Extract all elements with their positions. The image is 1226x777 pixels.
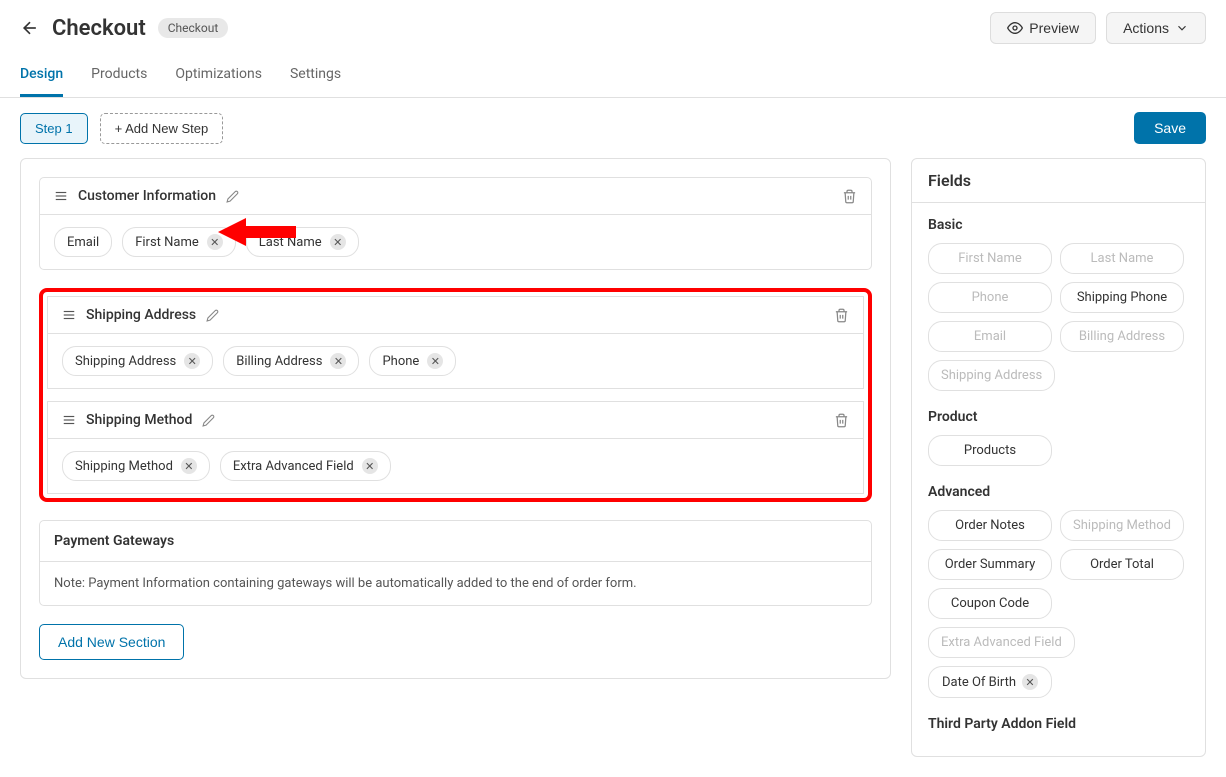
section-title: Shipping Method bbox=[86, 412, 192, 428]
field-billing-address: Billing Address bbox=[1060, 321, 1184, 352]
section-title: Payment Gateways bbox=[40, 521, 871, 562]
remove-icon[interactable]: ✕ bbox=[362, 458, 378, 474]
field-chip-phone[interactable]: Phone✕ bbox=[369, 346, 456, 376]
delete-icon[interactable] bbox=[834, 413, 849, 428]
fields-group-advanced: Advanced bbox=[928, 484, 1189, 500]
field-order-total[interactable]: Order Total bbox=[1060, 549, 1184, 580]
field-extra-advanced: Extra Advanced Field bbox=[928, 627, 1075, 658]
field-chip-shipping-method[interactable]: Shipping Method✕ bbox=[62, 451, 210, 481]
section-customer-information: Customer Information Email First Name✕ L… bbox=[39, 177, 872, 270]
field-order-summary[interactable]: Order Summary bbox=[928, 549, 1052, 580]
section-title: Customer Information bbox=[78, 188, 216, 204]
section-title: Shipping Address bbox=[86, 307, 196, 323]
section-shipping-method: Shipping Method Shipping Method✕ Extra A… bbox=[47, 401, 864, 494]
field-shipping-method: Shipping Method bbox=[1060, 510, 1184, 541]
remove-icon[interactable]: ✕ bbox=[207, 234, 223, 250]
remove-icon[interactable]: ✕ bbox=[427, 353, 443, 369]
field-chip-last-name[interactable]: Last Name✕ bbox=[246, 227, 359, 257]
field-date-of-birth[interactable]: Date Of Birth✕ bbox=[928, 666, 1052, 698]
remove-icon[interactable]: ✕ bbox=[330, 234, 346, 250]
edit-icon[interactable] bbox=[206, 309, 219, 322]
field-chip-first-name[interactable]: First Name✕ bbox=[122, 227, 236, 257]
remove-icon[interactable]: ✕ bbox=[184, 353, 200, 369]
highlighted-region: Shipping Address Shipping Address✕ Billi… bbox=[39, 288, 872, 502]
delete-icon[interactable] bbox=[842, 189, 857, 204]
form-builder-panel: Customer Information Email First Name✕ L… bbox=[20, 158, 891, 679]
remove-icon[interactable]: ✕ bbox=[330, 353, 346, 369]
field-coupon-code[interactable]: Coupon Code bbox=[928, 588, 1052, 619]
drag-handle-icon[interactable] bbox=[54, 189, 68, 203]
add-new-step-button[interactable]: + Add New Step bbox=[100, 113, 224, 144]
actions-label: Actions bbox=[1123, 20, 1169, 36]
drag-handle-icon[interactable] bbox=[62, 413, 76, 427]
actions-button[interactable]: Actions bbox=[1106, 12, 1206, 44]
payment-note: Note: Payment Information containing gat… bbox=[40, 562, 871, 605]
field-last-name: Last Name bbox=[1060, 243, 1184, 274]
preview-button[interactable]: Preview bbox=[990, 12, 1096, 44]
field-first-name: First Name bbox=[928, 243, 1052, 274]
field-shipping-phone[interactable]: Shipping Phone bbox=[1060, 282, 1184, 313]
save-button[interactable]: Save bbox=[1134, 112, 1206, 144]
back-arrow-icon[interactable] bbox=[20, 18, 40, 38]
section-payment-gateways: Payment Gateways Note: Payment Informati… bbox=[39, 520, 872, 606]
field-email: Email bbox=[928, 321, 1052, 352]
field-chip-billing-address[interactable]: Billing Address✕ bbox=[223, 346, 359, 376]
tab-products[interactable]: Products bbox=[91, 56, 147, 97]
field-chip-shipping-address[interactable]: Shipping Address✕ bbox=[62, 346, 213, 376]
field-chip-email[interactable]: Email bbox=[54, 227, 112, 257]
add-new-section-button[interactable]: Add New Section bbox=[39, 624, 184, 660]
fields-group-basic: Basic bbox=[928, 217, 1189, 233]
fields-group-third-party: Third Party Addon Field bbox=[928, 716, 1189, 732]
section-shipping-address: Shipping Address Shipping Address✕ Billi… bbox=[47, 296, 864, 389]
fields-panel-title: Fields bbox=[912, 159, 1205, 203]
page-title: Checkout bbox=[52, 16, 146, 41]
fields-panel: Fields Basic First Name Last Name Phone … bbox=[911, 158, 1206, 757]
field-chip-extra-advanced[interactable]: Extra Advanced Field✕ bbox=[220, 451, 391, 481]
step-1-button[interactable]: Step 1 bbox=[20, 113, 88, 144]
preview-label: Preview bbox=[1029, 20, 1079, 36]
edit-icon[interactable] bbox=[226, 190, 239, 203]
tab-settings[interactable]: Settings bbox=[290, 56, 341, 97]
field-order-notes[interactable]: Order Notes bbox=[928, 510, 1052, 541]
drag-handle-icon[interactable] bbox=[62, 308, 76, 322]
remove-icon[interactable]: ✕ bbox=[1022, 674, 1038, 690]
tab-design[interactable]: Design bbox=[20, 56, 63, 97]
page-type-badge: Checkout bbox=[158, 18, 229, 38]
field-phone: Phone bbox=[928, 282, 1052, 313]
edit-icon[interactable] bbox=[202, 414, 215, 427]
remove-icon[interactable]: ✕ bbox=[181, 458, 197, 474]
tab-optimizations[interactable]: Optimizations bbox=[175, 56, 262, 97]
eye-icon bbox=[1007, 20, 1023, 36]
field-shipping-address: Shipping Address bbox=[928, 360, 1055, 391]
fields-group-product: Product bbox=[928, 409, 1189, 425]
delete-icon[interactable] bbox=[834, 308, 849, 323]
chevron-down-icon bbox=[1175, 21, 1189, 35]
field-products[interactable]: Products bbox=[928, 435, 1052, 466]
